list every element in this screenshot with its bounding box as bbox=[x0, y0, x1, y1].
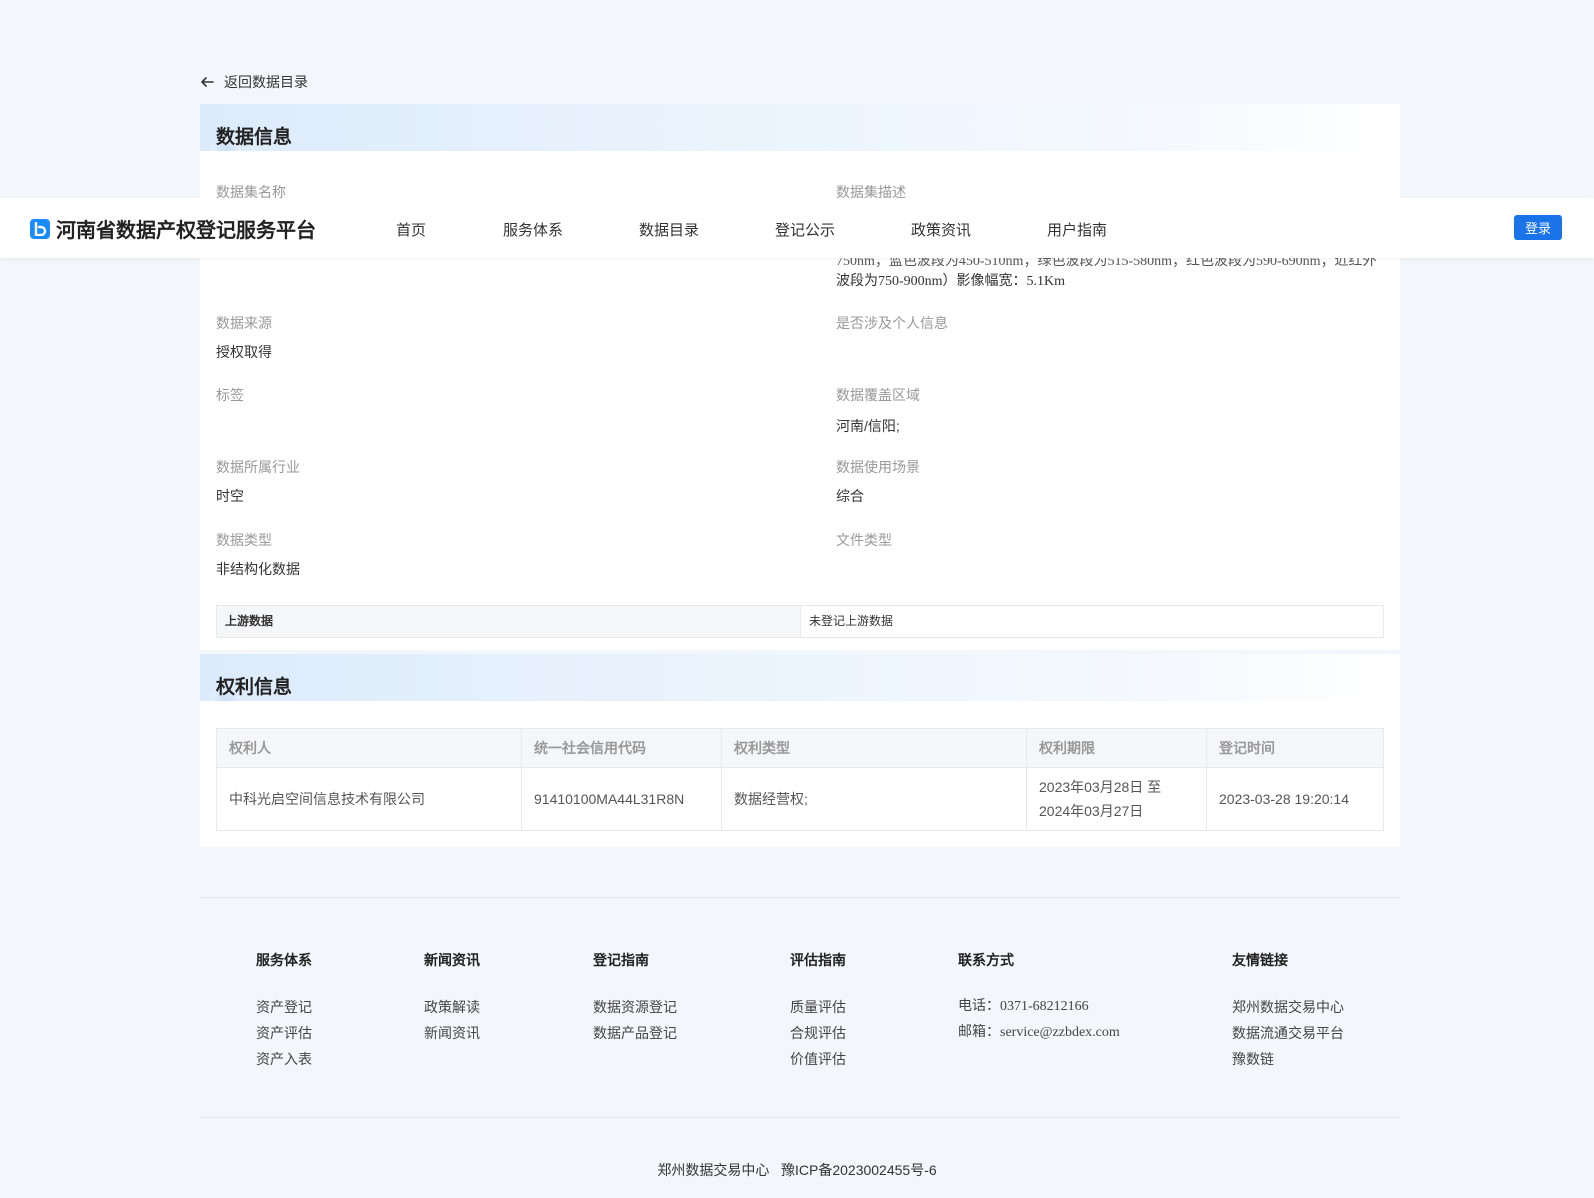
industry-label: 数据所属行业 bbox=[216, 459, 300, 475]
footer-col-head: 联系方式 bbox=[958, 952, 1014, 968]
dataset-desc-line-last: 波段为750-900nm）影像幅宽：5.1Km bbox=[836, 274, 1066, 289]
upstream-data-row: 上游数据 未登记上游数据 bbox=[216, 605, 1384, 638]
coverage-area-value: 河南/信阳; bbox=[836, 418, 900, 434]
personal-info-label: 是否涉及个人信息 bbox=[836, 315, 948, 331]
industry-field: 数据所属行业 时空 bbox=[216, 457, 300, 506]
footer-link[interactable]: 数据流通交易平台 bbox=[1232, 1020, 1344, 1046]
copyright-text: 郑州数据交易中心 豫ICP备2023002455号-6 bbox=[657, 1162, 937, 1178]
data-source-label: 数据来源 bbox=[216, 315, 272, 331]
cell-register-time: 2023-03-28 19:20:14 bbox=[1206, 767, 1384, 831]
industry-value: 时空 bbox=[216, 488, 244, 504]
col-register-time: 登记时间 bbox=[1206, 728, 1384, 768]
footer-link[interactable]: 资产登记 bbox=[256, 994, 312, 1020]
footer-divider-top bbox=[200, 897, 1400, 898]
rights-table: 权利人 统一社会信用代码 权利类型 权利期限 登记时间 中科光启空间信息技术有限… bbox=[216, 728, 1384, 831]
cell-rights-type: 数据经营权; bbox=[721, 767, 1027, 831]
nav-item-guide[interactable]: 用户指南 bbox=[1047, 219, 1107, 240]
nav-item-home[interactable]: 首页 bbox=[396, 219, 426, 240]
tag-field: 标签 bbox=[216, 385, 244, 414]
data-source-value: 授权取得 bbox=[216, 344, 272, 360]
footer-col-head: 评估指南 bbox=[790, 952, 846, 968]
col-period: 权利期限 bbox=[1026, 728, 1207, 768]
footer-link[interactable]: 政策解读 bbox=[424, 994, 480, 1020]
data-info-card: 数据信息 数据集名称 数据集描述 750nm；蓝色波段为450-510nm；绿色… bbox=[200, 104, 1400, 650]
footer-col-head: 登记指南 bbox=[593, 952, 649, 968]
cell-holder: 中科光启空间信息技术有限公司 bbox=[216, 767, 522, 831]
upstream-data-key: 上游数据 bbox=[217, 606, 801, 637]
brand-name: 河南省数据产权登记服务平台 bbox=[56, 220, 316, 242]
brand-logo-icon bbox=[30, 218, 50, 239]
brand[interactable]: 河南省数据产权登记服务平台 bbox=[30, 214, 316, 243]
col-rights-type: 权利类型 bbox=[721, 728, 1027, 768]
rights-info-header: 权利信息 bbox=[200, 654, 1400, 701]
footer-col-eval-guide: 评估指南 质量评估 合规评估 价值评估 bbox=[790, 950, 846, 1072]
file-type-label: 文件类型 bbox=[836, 532, 892, 548]
data-source-field: 数据来源 授权取得 bbox=[216, 313, 272, 362]
footer-col-head: 服务体系 bbox=[256, 952, 312, 968]
rights-info-title: 权利信息 bbox=[216, 677, 293, 698]
data-type-value: 非结构化数据 bbox=[216, 561, 300, 577]
rights-info-card: 权利信息 权利人 统一社会信用代码 权利类型 权利期限 登记时间 中科光启空间信… bbox=[200, 654, 1400, 847]
personal-info-field: 是否涉及个人信息 bbox=[836, 313, 948, 342]
contact-email: 邮箱：service@zzbdex.com bbox=[958, 1025, 1120, 1040]
cell-period: 2023年03月28日 至 2024年03月27日 bbox=[1026, 767, 1207, 831]
footer-link[interactable]: 价值评估 bbox=[790, 1046, 846, 1072]
footer-link[interactable]: 郑州数据交易中心 bbox=[1232, 994, 1344, 1020]
usage-scene-label: 数据使用场景 bbox=[836, 459, 920, 475]
data-info-title: 数据信息 bbox=[216, 127, 293, 148]
period-end: 2024年03月27日 bbox=[1039, 803, 1144, 819]
period-start: 2023年03月28日 至 bbox=[1039, 779, 1162, 795]
top-navbar: 河南省数据产权登记服务平台 首页 服务体系 数据目录 登记公示 政策资讯 用户指… bbox=[0, 198, 1594, 258]
footer-link[interactable]: 合规评估 bbox=[790, 1020, 846, 1046]
back-to-catalog-link[interactable]: 返回数据目录 bbox=[200, 72, 308, 92]
arrow-left-icon bbox=[201, 77, 214, 87]
nav-item-policy[interactable]: 政策资讯 bbox=[911, 219, 971, 240]
usage-scene-value: 综合 bbox=[836, 488, 864, 504]
nav-item-catalog[interactable]: 数据目录 bbox=[639, 219, 699, 240]
data-type-field: 数据类型 非结构化数据 bbox=[216, 530, 300, 579]
back-label: 返回数据目录 bbox=[224, 74, 308, 90]
col-holder: 权利人 bbox=[216, 728, 522, 768]
footer-link[interactable]: 数据资源登记 bbox=[593, 994, 677, 1020]
login-button[interactable]: 登录 bbox=[1514, 215, 1562, 240]
footer-col-head: 新闻资讯 bbox=[424, 952, 480, 968]
table-row: 中科光启空间信息技术有限公司 91410100MA44L31R8N 数据经营权;… bbox=[216, 767, 1384, 831]
footer-col-friend-links: 友情链接 郑州数据交易中心 数据流通交易平台 豫数链 bbox=[1232, 950, 1344, 1072]
footer-col-register-guide: 登记指南 数据资源登记 数据产品登记 bbox=[593, 950, 677, 1046]
usage-scene-field: 数据使用场景 综合 bbox=[836, 457, 920, 506]
contact-phone: 电话：0371-68212166 bbox=[958, 999, 1089, 1014]
file-type-field: 文件类型 bbox=[836, 530, 892, 559]
data-type-label: 数据类型 bbox=[216, 532, 272, 548]
nav-item-registry[interactable]: 登记公示 bbox=[775, 219, 835, 240]
nav-item-services[interactable]: 服务体系 bbox=[503, 219, 563, 240]
footer-col-contact: 联系方式 电话：0371-68212166 邮箱：service@zzbdex.… bbox=[958, 950, 1120, 1046]
footer-col-head: 友情链接 bbox=[1232, 952, 1288, 968]
cell-credit-code: 91410100MA44L31R8N bbox=[521, 767, 722, 831]
footer-link[interactable]: 资产评估 bbox=[256, 1020, 312, 1046]
coverage-area-field: 数据覆盖区域 河南/信阳; bbox=[836, 385, 920, 436]
footer-link[interactable]: 资产入表 bbox=[256, 1046, 312, 1072]
tag-label: 标签 bbox=[216, 387, 244, 403]
col-credit-code: 统一社会信用代码 bbox=[521, 728, 722, 768]
dataset-desc-text: 750nm；蓝色波段为450-510nm；绿色波段为515-580nm；红色波段… bbox=[836, 252, 1381, 292]
footer-link[interactable]: 质量评估 bbox=[790, 994, 846, 1020]
footer-link[interactable]: 新闻资讯 bbox=[424, 1020, 480, 1046]
upstream-data-value: 未登记上游数据 bbox=[809, 614, 894, 628]
footer-link[interactable]: 数据产品登记 bbox=[593, 1020, 677, 1046]
data-info-header: 数据信息 bbox=[200, 104, 1400, 151]
rights-table-header-row: 权利人 统一社会信用代码 权利类型 权利期限 登记时间 bbox=[216, 728, 1384, 768]
footer-col-news: 新闻资讯 政策解读 新闻资讯 bbox=[424, 950, 480, 1046]
footer-col-services: 服务体系 资产登记 资产评估 资产入表 bbox=[256, 950, 312, 1072]
footer-link[interactable]: 豫数链 bbox=[1232, 1046, 1344, 1072]
footer-divider-bottom bbox=[200, 1117, 1400, 1118]
coverage-area-label: 数据覆盖区域 bbox=[836, 387, 920, 403]
